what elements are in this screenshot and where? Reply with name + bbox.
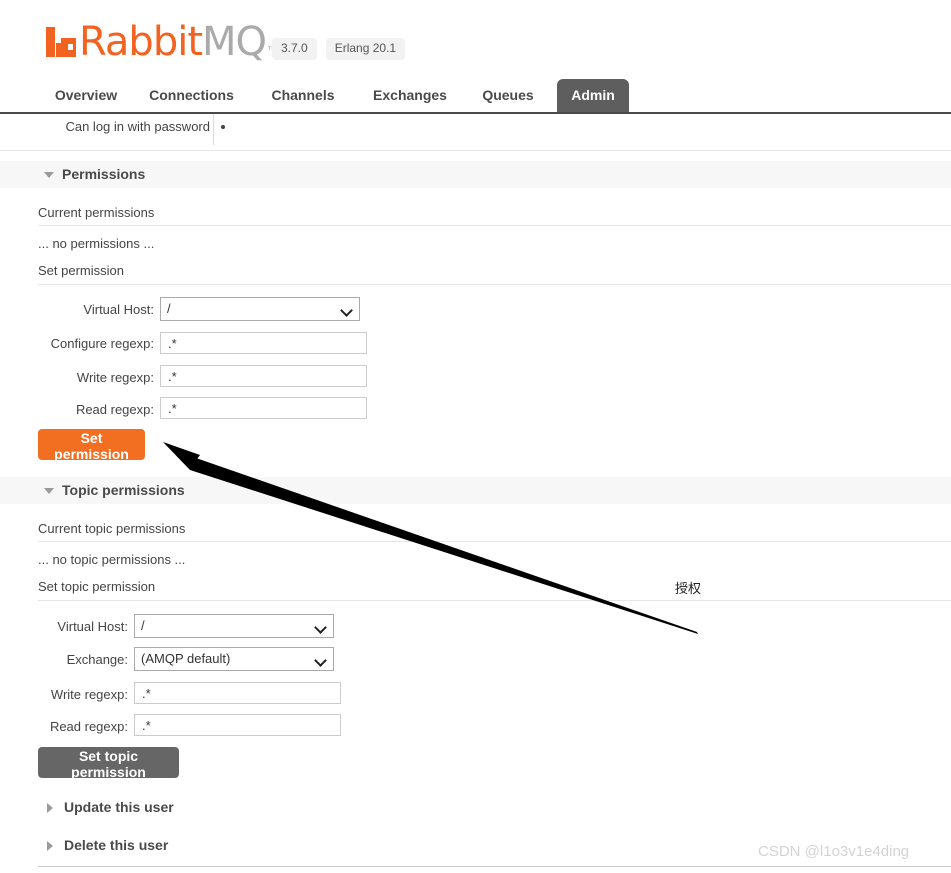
set-topic-permission-label: Set topic permission bbox=[38, 579, 156, 594]
topic-exchange-label: Exchange: bbox=[66, 652, 128, 667]
chevron-down-icon bbox=[340, 304, 353, 317]
watermark-text: CSDN @l1o3v1e4ding bbox=[758, 843, 910, 860]
topic-read-input[interactable] bbox=[134, 714, 341, 736]
topic-vhost-label: Virtual Host: bbox=[57, 619, 128, 634]
permissions-section-header[interactable]: Permissions bbox=[0, 161, 951, 188]
annotation-label: 授权 bbox=[675, 582, 702, 597]
logo-text-rabbit: Rabbit bbox=[79, 19, 203, 65]
page-bottom-rule bbox=[38, 866, 951, 867]
permissions-section-title: Permissions bbox=[62, 166, 146, 182]
chevron-down-icon bbox=[314, 621, 327, 634]
set-permission-rule bbox=[38, 284, 951, 285]
tab-admin[interactable]: Admin bbox=[557, 79, 629, 112]
permissions-configure-label: Configure regexp: bbox=[50, 336, 154, 351]
topic-exchange-value: (AMQP default) bbox=[141, 651, 231, 666]
topic-vhost-value: / bbox=[141, 618, 145, 633]
rabbitmq-logo-icon bbox=[46, 27, 76, 57]
can-login-bullet bbox=[221, 125, 225, 129]
version-badges: 3.7.0 Erlang 20.1 bbox=[272, 38, 406, 60]
tab-queues[interactable]: Queues bbox=[472, 79, 544, 112]
tab-connections[interactable]: Connections bbox=[139, 79, 244, 112]
set-topic-permission-button[interactable]: Set topic permission bbox=[38, 747, 179, 780]
logo-text-mq: MQ bbox=[202, 19, 267, 65]
current-permissions-label: Current permissions bbox=[38, 205, 155, 220]
permissions-write-input[interactable] bbox=[160, 365, 367, 387]
permissions-vhost-select[interactable]: / bbox=[160, 297, 360, 321]
current-topic-permissions-label: Current topic permissions bbox=[38, 521, 186, 536]
permissions-vhost-value: / bbox=[167, 301, 171, 316]
chevron-down-icon bbox=[314, 654, 327, 667]
topic-permissions-section-title: Topic permissions bbox=[62, 482, 185, 498]
topic-write-label: Write regexp: bbox=[50, 687, 128, 702]
user-detail-row: Can log in with password bbox=[0, 114, 951, 145]
rabbitmq-logo[interactable]: RabbitMQ™ bbox=[46, 22, 277, 62]
topic-permissions-section-header[interactable]: Topic permissions bbox=[0, 477, 951, 504]
row-bottom-rule bbox=[0, 150, 951, 151]
no-permissions-text: ... no permissions ... bbox=[38, 236, 155, 251]
can-login-label: Can log in with password bbox=[65, 119, 210, 134]
tab-channels[interactable]: Channels bbox=[258, 79, 348, 112]
set-permission-button[interactable]: Set permission bbox=[38, 429, 145, 462]
topic-read-label: Read regexp: bbox=[49, 719, 128, 734]
current-permissions-rule bbox=[38, 225, 951, 226]
permissions-read-label: Read regexp: bbox=[75, 402, 154, 417]
tab-exchanges[interactable]: Exchanges bbox=[362, 79, 458, 112]
set-permission-label: Set permission bbox=[38, 263, 124, 278]
permissions-write-label: Write regexp: bbox=[76, 370, 154, 385]
main-navigation: Overview Connections Channels Exchanges … bbox=[0, 79, 951, 114]
no-topic-permissions-text: ... no topic permissions ... bbox=[38, 552, 186, 567]
delete-user-label: Delete this user bbox=[64, 837, 169, 853]
erlang-version-badge: Erlang 20.1 bbox=[325, 38, 406, 60]
current-topic-permissions-rule bbox=[38, 541, 951, 542]
set-topic-permission-rule bbox=[38, 600, 951, 601]
chevron-down-icon bbox=[44, 488, 54, 494]
row-divider bbox=[213, 114, 214, 145]
permissions-read-input[interactable] bbox=[160, 397, 367, 419]
permissions-configure-input[interactable] bbox=[160, 332, 367, 354]
chevron-right-icon bbox=[47, 803, 53, 813]
topic-vhost-select[interactable]: / bbox=[134, 614, 334, 638]
tab-overview[interactable]: Overview bbox=[46, 79, 126, 112]
topic-exchange-select[interactable]: (AMQP default) bbox=[134, 647, 334, 671]
chevron-down-icon bbox=[44, 172, 54, 178]
update-user-label: Update this user bbox=[64, 799, 174, 815]
topic-write-input[interactable] bbox=[134, 682, 341, 704]
permissions-vhost-label: Virtual Host: bbox=[83, 302, 154, 317]
chevron-right-icon bbox=[47, 841, 53, 851]
rabbitmq-version-badge: 3.7.0 bbox=[272, 38, 317, 60]
